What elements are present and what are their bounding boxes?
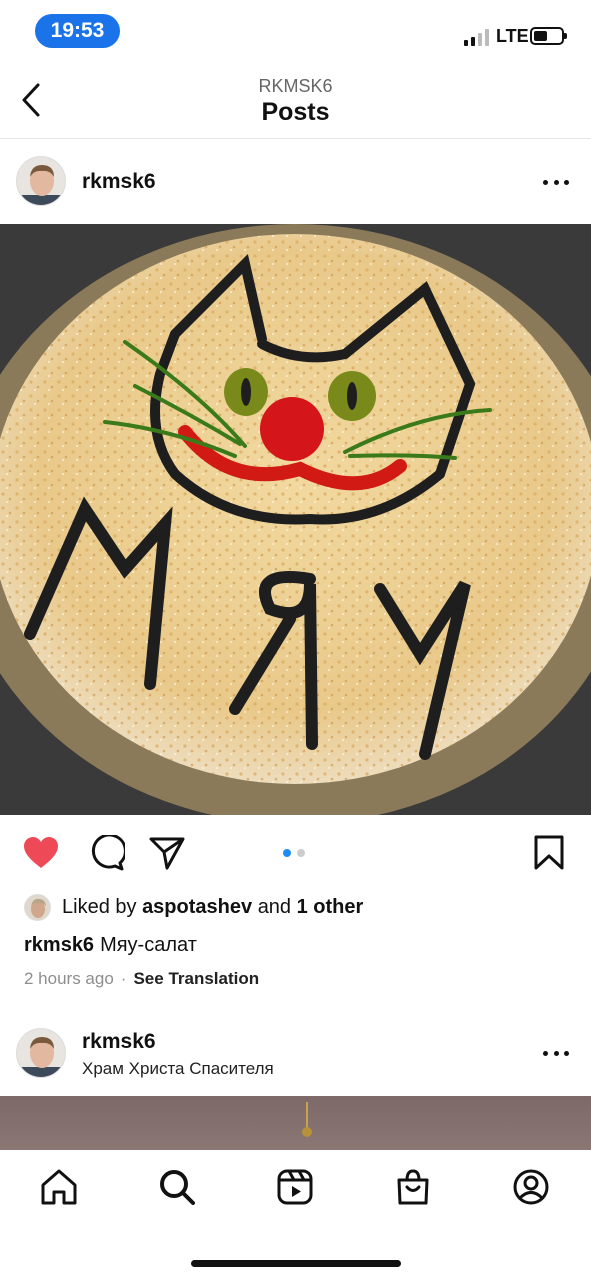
- header: RKMSK6 Posts: [0, 62, 591, 139]
- caption-text: Мяу-салат: [100, 934, 197, 956]
- liker-username[interactable]: aspotashev: [142, 896, 252, 919]
- page-title: Posts: [261, 98, 330, 126]
- post-actions: [0, 815, 591, 891]
- avatar[interactable]: [16, 1028, 66, 1078]
- bookmark-icon: [534, 835, 564, 870]
- nav-home[interactable]: [40, 1168, 78, 1206]
- status-time[interactable]: 19:53: [35, 14, 120, 48]
- caption-username[interactable]: rkmsk6: [24, 934, 94, 956]
- comment-icon: [91, 833, 127, 871]
- nav-shop[interactable]: [394, 1168, 432, 1206]
- likes-others[interactable]: 1 other: [297, 896, 364, 919]
- bottom-nav: [0, 1150, 591, 1280]
- share-button[interactable]: [148, 835, 186, 871]
- avatar[interactable]: [16, 156, 66, 206]
- network-label: LTE: [496, 26, 529, 46]
- post-header: rkmsk6: [0, 140, 591, 224]
- next-post-username[interactable]: rkmsk6: [82, 1030, 156, 1054]
- caption: rkmsk6 Мяу-салат: [24, 934, 197, 957]
- next-post-header: rkmsk6 Храм Христа Спасителя: [0, 1016, 591, 1096]
- post-location[interactable]: Храм Христа Спасителя: [82, 1059, 274, 1079]
- more-horizontal-icon: [543, 179, 548, 185]
- carousel-indicator: [283, 849, 305, 857]
- post-username[interactable]: rkmsk6: [82, 170, 156, 194]
- more-horizontal-icon: [543, 1050, 548, 1056]
- timestamp: 2 hours ago: [24, 969, 114, 988]
- search-icon: [160, 1170, 195, 1205]
- likes-and: and: [257, 895, 292, 918]
- likes-row[interactable]: Liked by aspotashev and 1 other: [24, 893, 363, 921]
- nav-profile[interactable]: [512, 1168, 550, 1206]
- post-image[interactable]: [0, 224, 591, 815]
- battery-icon: [530, 27, 567, 45]
- profile-icon: [513, 1169, 549, 1205]
- home-icon: [41, 1169, 77, 1205]
- next-post-image[interactable]: [0, 1096, 591, 1150]
- status-bar: 19:53 LTE: [0, 0, 591, 62]
- nav-search[interactable]: [158, 1168, 196, 1206]
- post-meta: 2 hours ago · See Translation: [24, 969, 259, 989]
- home-indicator[interactable]: [191, 1260, 401, 1267]
- likes-prefix: Liked by: [62, 895, 137, 918]
- see-translation-link[interactable]: See Translation: [133, 969, 259, 988]
- more-options-button[interactable]: [543, 1048, 569, 1058]
- header-subtitle: RKMSK6: [258, 76, 333, 96]
- more-options-button[interactable]: [543, 177, 569, 187]
- like-button[interactable]: [22, 835, 60, 871]
- meta-separator: ·: [120, 969, 127, 988]
- nav-reels[interactable]: [276, 1168, 314, 1206]
- paper-plane-icon: [149, 837, 185, 870]
- shop-bag-icon: [397, 1169, 429, 1205]
- comment-button[interactable]: [87, 833, 127, 871]
- save-button[interactable]: [532, 835, 570, 871]
- reels-icon: [277, 1169, 313, 1205]
- heart-filled-icon: [24, 837, 58, 868]
- liker-avatar: [24, 893, 51, 921]
- signal-icon: [464, 28, 489, 46]
